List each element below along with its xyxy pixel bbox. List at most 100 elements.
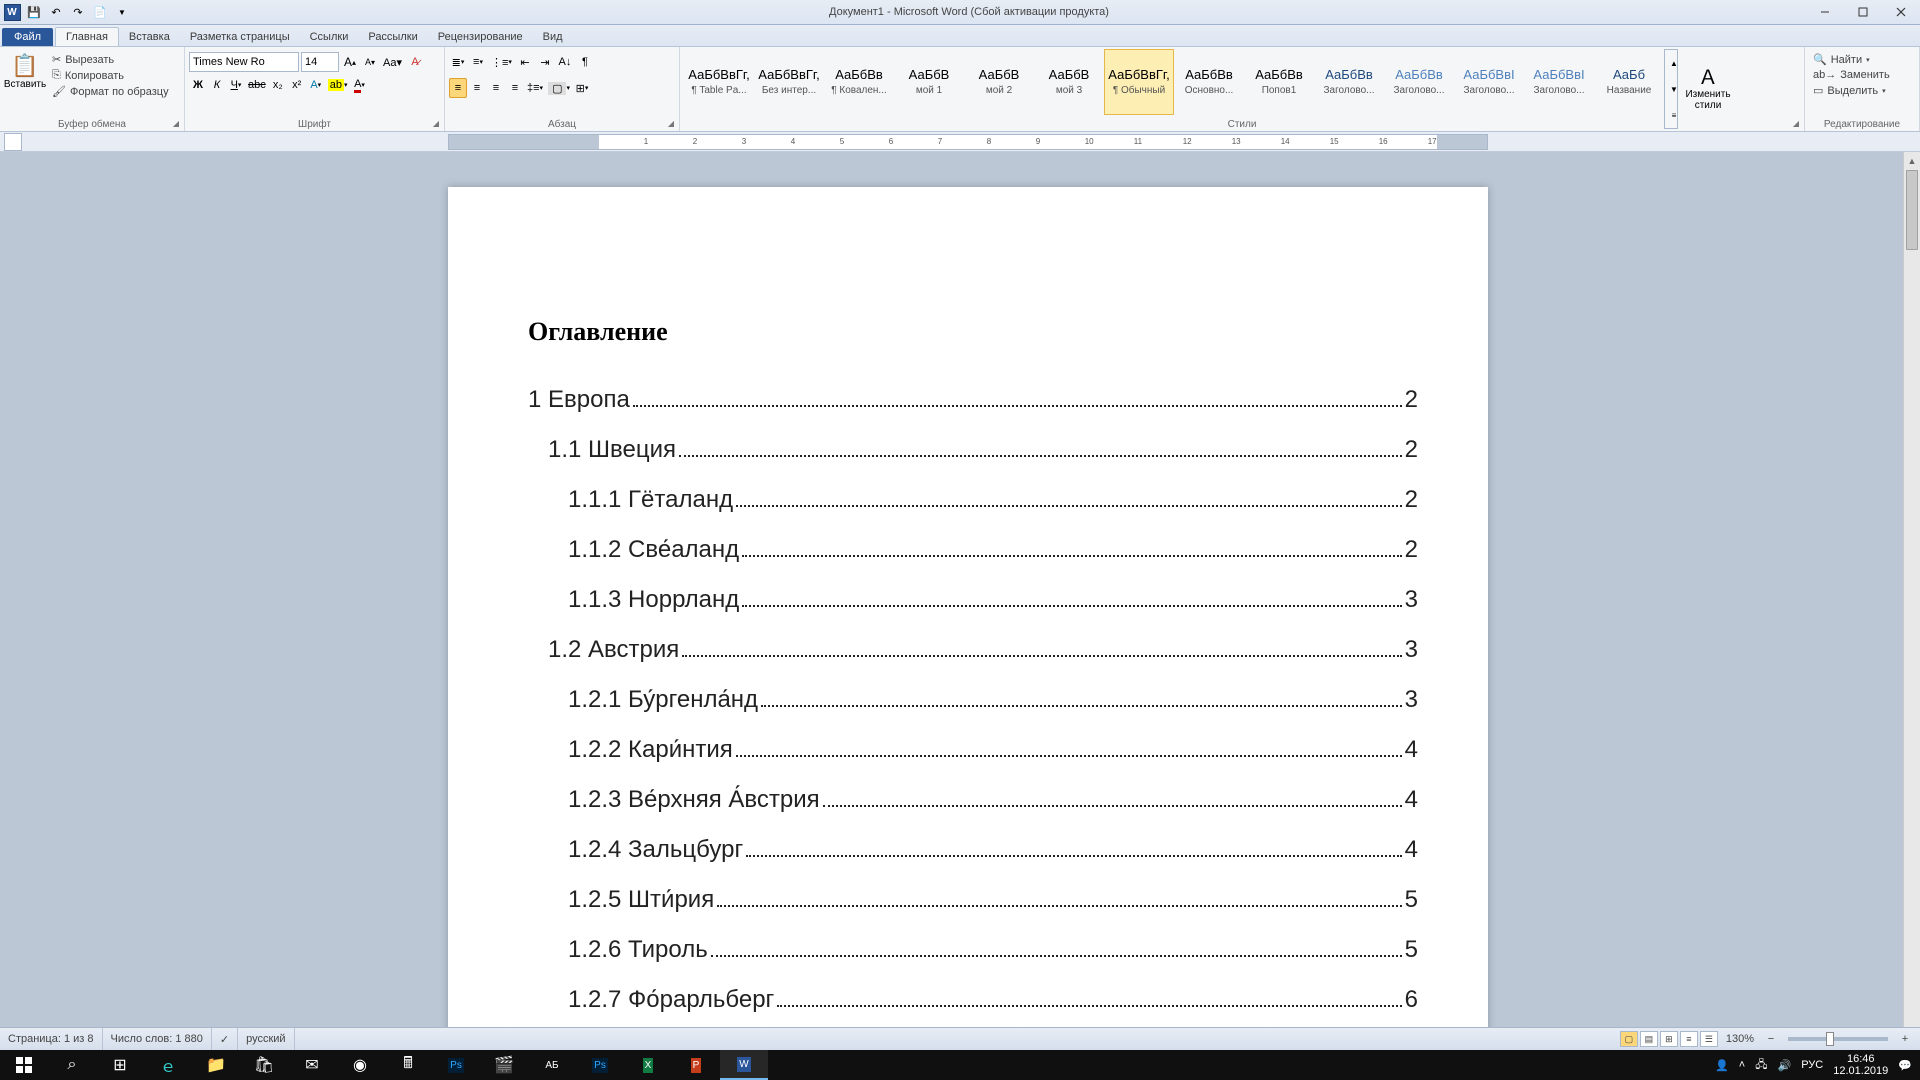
ruler-tab-selector[interactable] xyxy=(4,133,22,151)
copy-button[interactable]: ⎘Копировать xyxy=(48,68,173,83)
style-item[interactable]: АаБбВвГг,¶ Table Pa... xyxy=(684,49,754,115)
abbyy-button[interactable]: AБ xyxy=(528,1050,576,1080)
toc-entry[interactable]: 1.1.3 Норрланд 3 xyxy=(528,582,1418,618)
clear-format-button[interactable]: A̷ xyxy=(406,52,424,72)
edge-button[interactable]: ｅ xyxy=(144,1050,192,1080)
style-item[interactable]: АаБбВмой 2 xyxy=(964,49,1034,115)
style-item[interactable]: АаБбВвОсновно... xyxy=(1174,49,1244,115)
toc-entry[interactable]: 1.2 Австрия 3 xyxy=(528,632,1418,668)
tray-volume-icon[interactable]: 🔊 xyxy=(1778,1059,1792,1072)
task-view-button[interactable]: ⊞ xyxy=(96,1050,144,1080)
borders-button[interactable]: ⊞▾ xyxy=(573,78,591,98)
toc-entry[interactable]: 1.2.2 Кари́нтия 4 xyxy=(528,732,1418,768)
word-button[interactable]: W xyxy=(720,1050,768,1080)
print-layout-view-button[interactable]: ▢ xyxy=(1620,1031,1638,1047)
decrease-indent-button[interactable]: ⇤ xyxy=(516,52,534,72)
start-button[interactable] xyxy=(0,1050,48,1080)
tray-clock[interactable]: 16:46 12.01.2019 xyxy=(1833,1053,1888,1077)
explorer-button[interactable]: 📁 xyxy=(192,1050,240,1080)
tray-notifications-icon[interactable]: 💬 xyxy=(1898,1059,1912,1072)
bold-button[interactable]: Ж xyxy=(189,75,207,95)
maximize-button[interactable] xyxy=(1844,1,1882,23)
highlight-button[interactable]: ab▾ xyxy=(326,75,350,95)
style-item[interactable]: АаБбВвПопов1 xyxy=(1244,49,1314,115)
superscript-button[interactable]: x² xyxy=(288,75,306,95)
multilevel-button[interactable]: ⋮≡▾ xyxy=(489,52,514,72)
powerpoint-button[interactable]: P xyxy=(672,1050,720,1080)
redo-button[interactable]: ↷ xyxy=(68,2,88,22)
document-area[interactable]: Оглавление 1 Европа 21.1 Швеция 21.1.1 Г… xyxy=(0,152,1903,1053)
style-item[interactable]: АаБбВмой 3 xyxy=(1034,49,1104,115)
reading-view-button[interactable]: ▤ xyxy=(1640,1031,1658,1047)
align-center-button[interactable]: ≡ xyxy=(468,78,486,98)
toc-entry[interactable]: 1.1.1 Гёталанд 2 xyxy=(528,482,1418,518)
toc-entry[interactable]: 1.2.3 Ве́рхняя А́встрия 4 xyxy=(528,782,1418,818)
cut-button[interactable]: ✂Вырезать xyxy=(48,52,173,67)
new-doc-button[interactable]: 📄 xyxy=(90,2,110,22)
find-button[interactable]: 🔍Найти▾ xyxy=(1809,52,1915,67)
qat-customize-button[interactable]: ▼ xyxy=(112,2,132,22)
zoom-slider-thumb[interactable] xyxy=(1826,1032,1834,1046)
minimize-button[interactable] xyxy=(1806,1,1844,23)
format-painter-button[interactable]: 🖌Формат по образцу xyxy=(48,84,173,99)
underline-button[interactable]: Ч▾ xyxy=(227,75,245,95)
scroll-up-button[interactable]: ▲ xyxy=(1904,152,1920,169)
web-view-button[interactable]: ⊞ xyxy=(1660,1031,1678,1047)
toc-entry[interactable]: 1.1 Швеция 2 xyxy=(528,432,1418,468)
vertical-scrollbar[interactable]: ▲ ▼ xyxy=(1903,152,1920,1053)
toc-entry[interactable]: 1.1.2 Све́аланд 2 xyxy=(528,532,1418,568)
photoshop-button[interactable]: Ps xyxy=(432,1050,480,1080)
tray-language[interactable]: РУС xyxy=(1801,1059,1823,1071)
tray-up-icon[interactable]: ˄ xyxy=(1739,1059,1745,1071)
tab-insert[interactable]: Вставка xyxy=(119,28,180,46)
style-item[interactable]: АаБбВвГг,¶ Обычный xyxy=(1104,49,1174,115)
undo-button[interactable]: ↶ xyxy=(46,2,66,22)
status-page[interactable]: Страница: 1 из 8 xyxy=(0,1028,103,1050)
toc-entry[interactable]: 1.2.1 Бу́ргенла́нд 3 xyxy=(528,682,1418,718)
style-item[interactable]: АаБбВвІЗаголово... xyxy=(1524,49,1594,115)
font-launcher[interactable]: ◢ xyxy=(430,117,442,129)
toc-entry[interactable]: 1.2.5 Шти́рия 5 xyxy=(528,882,1418,918)
italic-button[interactable]: К xyxy=(208,75,226,95)
tab-references[interactable]: Ссылки xyxy=(300,28,359,46)
replace-button[interactable]: ab→Заменить xyxy=(1809,68,1915,82)
outline-view-button[interactable]: ≡ xyxy=(1680,1031,1698,1047)
status-language[interactable]: русский xyxy=(238,1028,294,1050)
save-button[interactable]: 💾 xyxy=(24,2,44,22)
tab-mailings[interactable]: Рассылки xyxy=(358,28,427,46)
close-button[interactable] xyxy=(1882,1,1920,23)
line-spacing-button[interactable]: ‡≡▾ xyxy=(525,78,545,98)
align-right-button[interactable]: ≡ xyxy=(487,78,505,98)
text-effects-button[interactable]: A▾ xyxy=(307,75,325,95)
store-button[interactable]: 🛍 xyxy=(240,1050,288,1080)
strikethrough-button[interactable]: abc xyxy=(246,75,268,95)
toc-entry[interactable]: 1.2.6 Тироль 5 xyxy=(528,932,1418,968)
shading-button[interactable]: ▢▾ xyxy=(546,78,572,98)
font-size-select[interactable] xyxy=(301,52,339,72)
select-button[interactable]: ▭Выделить▾ xyxy=(1809,83,1915,98)
toc-entry[interactable]: 1.2.4 Зальцбург 4 xyxy=(528,832,1418,868)
paragraph-launcher[interactable]: ◢ xyxy=(665,117,677,129)
calculator-button[interactable]: 🖩 xyxy=(384,1050,432,1080)
show-marks-button[interactable]: ¶ xyxy=(576,52,594,72)
zoom-slider[interactable] xyxy=(1788,1037,1888,1041)
status-words[interactable]: Число слов: 1 880 xyxy=(103,1028,212,1050)
chrome-button[interactable]: ◉ xyxy=(336,1050,384,1080)
style-item[interactable]: АаБбВв¶ Ковален... xyxy=(824,49,894,115)
increase-indent-button[interactable]: ⇥ xyxy=(536,52,554,72)
change-case-button[interactable]: Aa▾ xyxy=(381,52,404,72)
font-family-select[interactable] xyxy=(189,52,299,72)
ps2-button[interactable]: Ps xyxy=(576,1050,624,1080)
zoom-in-button[interactable]: + xyxy=(1896,1029,1914,1049)
word-app-icon[interactable]: W xyxy=(2,2,22,22)
bullets-button[interactable]: ≣▾ xyxy=(449,52,467,72)
tray-network-icon[interactable]: 🖧 xyxy=(1755,1056,1767,1075)
tray-people-icon[interactable]: 👤 xyxy=(1715,1059,1729,1072)
shrink-font-button[interactable]: A▾ xyxy=(361,52,379,72)
tab-review[interactable]: Рецензирование xyxy=(428,28,533,46)
paste-button[interactable]: 📋 Вставить xyxy=(4,49,46,129)
tab-view[interactable]: Вид xyxy=(533,28,573,46)
zoom-out-button[interactable]: − xyxy=(1762,1029,1780,1049)
toc-entry[interactable]: 1 Европа 2 xyxy=(528,382,1418,418)
search-button[interactable]: ⌕ xyxy=(48,1050,96,1080)
